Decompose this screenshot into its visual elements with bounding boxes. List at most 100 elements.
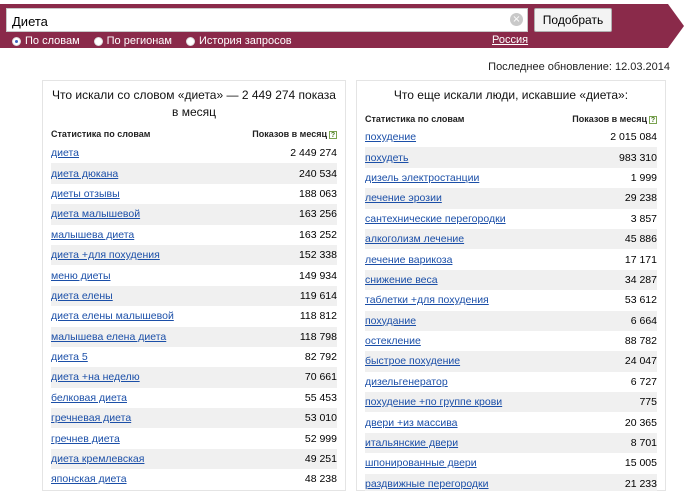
radio-icon[interactable] xyxy=(93,36,103,46)
table-header: Статистика по словам Показов в месяц? xyxy=(365,114,657,124)
keyword-link[interactable]: похудение +по группе крови xyxy=(365,396,502,408)
views-count: 2 449 274 xyxy=(290,147,337,160)
region-link[interactable]: Россия xyxy=(492,34,528,46)
table-row: диета +для похудения 152 338 xyxy=(51,244,337,266)
column-words: Статистика по словам xyxy=(51,129,151,139)
table-row: похудание 6 664 xyxy=(365,310,657,331)
mode-by-words[interactable]: По словам xyxy=(12,34,80,48)
table-row: диета кремлевская 49 251 xyxy=(51,448,337,470)
views-count: 6 664 xyxy=(630,314,657,327)
keyword-link[interactable]: диета кремлевская xyxy=(51,453,144,465)
keyword-link[interactable]: диеты отзывы xyxy=(51,188,120,200)
table-row: японская диета 48 238 xyxy=(51,469,337,489)
keyword-link[interactable]: снижение веса xyxy=(365,274,438,286)
table-row: малышева елена диета 118 798 xyxy=(51,326,337,347)
keyword-link[interactable]: алкоголизм лечение xyxy=(365,233,464,245)
table-row: похудение 2 015 084 xyxy=(365,127,657,147)
mode-label: История запросов xyxy=(199,35,292,47)
mode-by-regions[interactable]: По регионам xyxy=(93,34,172,48)
related-table: похудение 2 015 084 похудеть 983 310 дизель … xyxy=(365,127,657,491)
keyword-link[interactable]: похудение xyxy=(365,131,416,143)
table-row: шпонированные двери 15 005 xyxy=(365,453,657,473)
table-row: диета 2 449 274 xyxy=(51,143,337,163)
keyword-link[interactable]: японская диета xyxy=(51,473,127,485)
views-count: 55 453 xyxy=(304,391,337,404)
views-count: 45 886 xyxy=(624,233,657,246)
views-count: 163 256 xyxy=(299,208,337,221)
views-count: 775 xyxy=(639,396,657,409)
keyword-link[interactable]: малышева елена диета xyxy=(51,331,166,343)
keyword-link[interactable]: диета малышевой xyxy=(51,208,140,220)
views-count: 8 701 xyxy=(630,437,657,450)
keyword-link[interactable]: диета дюкана xyxy=(51,168,118,180)
keyword-link[interactable]: гречневая диета xyxy=(51,412,131,424)
views-count: 82 792 xyxy=(304,351,337,364)
keyword-stats-panel: Что искали со словом «диета» — 2 449 274… xyxy=(42,80,346,491)
keyword-link[interactable]: быстрое похудение xyxy=(365,355,460,367)
table-row: похудение +по группе крови 775 xyxy=(365,392,657,413)
views-count: 152 338 xyxy=(299,249,337,262)
table-header: Статистика по словам Показов в месяц? xyxy=(51,129,337,139)
table-row: малышева диета 163 252 xyxy=(51,225,337,245)
panel-title: Что искали со словом «диета» — 2 449 274… xyxy=(51,87,337,121)
views-count: 34 287 xyxy=(624,273,657,286)
table-row: лечение эрозии 29 238 xyxy=(365,188,657,209)
table-row: диета елены малышевой 118 812 xyxy=(51,306,337,326)
views-count: 1 999 xyxy=(630,171,657,184)
views-count: 48 238 xyxy=(304,473,337,486)
table-row: сантехнические перегородки 3 857 xyxy=(365,209,657,229)
keyword-link[interactable]: дизельгенератор xyxy=(365,376,448,388)
table-row: лечение варикоза 17 171 xyxy=(365,249,657,269)
search-mode-group: По словам По регионам История запросов xyxy=(12,34,292,48)
keyword-link[interactable]: гречнев диета xyxy=(51,433,120,445)
radio-icon[interactable] xyxy=(12,36,21,46)
search-input[interactable] xyxy=(6,8,528,32)
keyword-link[interactable]: итальянские двери xyxy=(365,437,458,449)
table-row: диета дюкана 240 534 xyxy=(51,163,337,184)
keyword-link[interactable]: таблетки +для похудения xyxy=(365,294,489,306)
views-count: 149 934 xyxy=(299,269,337,282)
views-count: 119 614 xyxy=(299,289,337,302)
help-icon[interactable]: ? xyxy=(329,131,337,139)
views-count: 3 857 xyxy=(630,212,657,225)
mode-history[interactable]: История запросов xyxy=(186,34,292,48)
table-row: гречнев диета 52 999 xyxy=(51,428,337,448)
keyword-link[interactable]: двери +из массива xyxy=(365,417,458,429)
views-count: 2 015 084 xyxy=(610,131,657,144)
views-count: 6 727 xyxy=(630,375,657,388)
keyword-link[interactable]: сантехнические перегородки xyxy=(365,213,506,225)
keyword-link[interactable]: шпонированные двери xyxy=(365,457,477,469)
keyword-link[interactable]: диета xyxy=(51,147,79,159)
table-row: алкоголизм лечение 45 886 xyxy=(365,228,657,250)
keyword-link[interactable]: диета 5 xyxy=(51,351,88,363)
keyword-link[interactable]: диета +на неделю xyxy=(51,371,140,383)
keyword-link[interactable]: диета +для похудения xyxy=(51,249,160,261)
table-row: снижение веса 34 287 xyxy=(365,269,657,291)
table-row: раздвижные перегородки 21 233 xyxy=(365,473,657,491)
keyword-link[interactable]: похудеть xyxy=(365,152,408,164)
keyword-link[interactable]: диета елены малышевой xyxy=(51,310,174,322)
panel-title-line2: в месяц xyxy=(171,105,216,119)
views-count: 15 005 xyxy=(624,457,657,470)
keyword-link[interactable]: раздвижные перегородки xyxy=(365,478,489,490)
help-icon[interactable]: ? xyxy=(649,116,657,124)
clear-icon[interactable]: × xyxy=(510,13,523,26)
views-count: 53 010 xyxy=(304,412,337,425)
keyword-link[interactable]: остекление xyxy=(365,335,421,347)
keyword-link[interactable]: меню диеты xyxy=(51,270,111,282)
keyword-link[interactable]: лечение эрозии xyxy=(365,192,442,204)
radio-icon[interactable] xyxy=(186,36,195,46)
keyword-link[interactable]: малышева диета xyxy=(51,229,134,241)
submit-button[interactable]: Подобрать xyxy=(534,8,612,32)
views-count: 118 798 xyxy=(299,330,337,343)
keyword-link[interactable]: дизель электростанции xyxy=(365,172,479,184)
keyword-link[interactable]: диета елены xyxy=(51,290,113,302)
views-count: 88 782 xyxy=(624,335,657,348)
column-words: Статистика по словам xyxy=(365,114,465,124)
table-row: диета малышевой 163 256 xyxy=(51,204,337,225)
keyword-link[interactable]: белковая диета xyxy=(51,392,127,404)
keyword-link[interactable]: лечение варикоза xyxy=(365,254,452,266)
search-bar-arrow xyxy=(668,4,684,48)
views-count: 49 251 xyxy=(304,453,337,466)
keyword-link[interactable]: похудание xyxy=(365,315,416,327)
